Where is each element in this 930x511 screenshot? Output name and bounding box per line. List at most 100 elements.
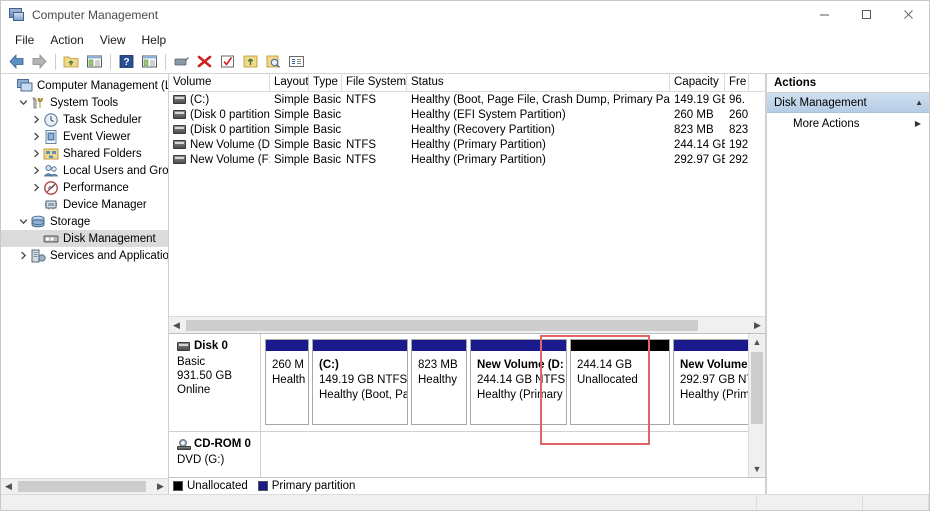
partition-primary[interactable]: New Volume (F:) 292.97 GB NTFS Healthy (Pr…: [673, 339, 748, 425]
chevron-down-icon[interactable]: [16, 214, 30, 230]
window-title: Computer Management: [32, 7, 159, 22]
tree-item-local-users-and-groups[interactable]: Local Users and Groups: [1, 162, 168, 179]
status-bar-cell-3: [863, 495, 929, 510]
check-task-icon[interactable]: [216, 51, 238, 73]
maximize-button[interactable]: [845, 1, 887, 29]
export-list-icon[interactable]: [239, 51, 261, 73]
column-header-status[interactable]: Status: [407, 74, 670, 91]
column-header-volume[interactable]: Volume: [169, 74, 270, 91]
graphical-view-vertical-scrollbar[interactable]: ▲ ▼: [748, 334, 765, 477]
show-hide-console-tree-icon[interactable]: [83, 51, 105, 73]
menu-view[interactable]: View: [92, 31, 134, 49]
back-icon[interactable]: [5, 51, 27, 73]
disk-title: CD-ROM 0: [177, 438, 254, 450]
status-bar: [1, 494, 929, 510]
volume-row[interactable]: New Volume (D:) Simple Basic NTFS Healthy (P…: [169, 137, 765, 152]
chevron-right-icon[interactable]: ▶: [915, 119, 921, 128]
chevron-right-icon[interactable]: [29, 180, 43, 196]
disk-size: 931.50 GB: [177, 370, 232, 382]
chevron-right-icon[interactable]: [29, 163, 43, 179]
column-header-fre[interactable]: Fre: [725, 74, 749, 91]
volume-cell-layout: Simple: [274, 138, 309, 151]
chevron-up-icon[interactable]: ▲: [915, 98, 923, 107]
tree-item-disk-management[interactable]: Disk Management: [1, 230, 168, 247]
tree-scroll-track[interactable]: [16, 479, 153, 494]
scroll-left-icon[interactable]: ◀: [169, 318, 184, 333]
actions-item-more-actions[interactable]: More Actions ▶: [767, 113, 929, 134]
tree-horizontal-scrollbar[interactable]: ◀ ▶: [1, 478, 168, 494]
chevron-right-icon[interactable]: [29, 146, 43, 162]
scroll-up-icon[interactable]: ▲: [749, 334, 765, 350]
column-header-type[interactable]: Type: [309, 74, 342, 91]
legend-label: Unallocated: [187, 480, 248, 492]
volume-row[interactable]: (Disk 0 partition 4) Simple Basic Healthy (…: [169, 122, 765, 137]
actions-group-disk-management[interactable]: Disk Management ▲: [767, 93, 929, 113]
toolbar-separator: [165, 53, 166, 70]
tree-item-system-tools[interactable]: System Tools: [1, 94, 168, 111]
tree-item-performance[interactable]: Performance: [1, 179, 168, 196]
partition-strip: [261, 432, 748, 477]
chevron-right-icon[interactable]: [16, 248, 30, 264]
disk-name: CD-ROM 0: [194, 438, 251, 450]
column-header-capacity[interactable]: Capacity: [670, 74, 725, 91]
disk-info-panel[interactable]: Disk 0 Basic 931.50 GB Online: [169, 334, 261, 431]
storage-icon: [30, 214, 46, 230]
partition-unallocated[interactable]: 244.14 GB Unallocated: [570, 339, 670, 425]
volume-row[interactable]: (C:) Simple Basic NTFS Healthy (Boot, Page F…: [169, 92, 765, 107]
new-window-icon[interactable]: [170, 51, 192, 73]
column-header-layout[interactable]: Layout: [270, 74, 309, 91]
partition-primary[interactable]: 260 M Health: [265, 339, 309, 425]
volume-cell-volume: (Disk 0 partition 1): [169, 109, 270, 121]
column-header-file-system[interactable]: File System: [342, 74, 407, 91]
scroll-right-icon[interactable]: ▶: [153, 479, 168, 494]
properties-window-icon[interactable]: [138, 51, 160, 73]
computer-management-icon: [9, 7, 25, 23]
volume-scroll-thumb[interactable]: [186, 319, 698, 331]
menu-action[interactable]: Action: [42, 31, 91, 49]
volume-cell-capacity: 292.97 GB: [674, 153, 725, 166]
delete-icon[interactable]: [193, 51, 215, 73]
volume-cell-volume: (C:): [169, 94, 270, 106]
tree-scroll-thumb[interactable]: [18, 481, 146, 492]
menu-file[interactable]: File: [7, 31, 42, 49]
tree-item-device-manager[interactable]: Device Manager: [1, 196, 168, 213]
volume-list-horizontal-scrollbar[interactable]: ◀ ▶: [169, 316, 765, 333]
graph-scroll-track[interactable]: [749, 350, 765, 461]
partition-status: Healthy (Primary P: [680, 389, 748, 401]
disk-icon: [177, 341, 190, 351]
tree-item-services-and-applications[interactable]: Services and Applications: [1, 247, 168, 264]
disk-info-panel[interactable]: CD-ROM 0 DVD (G:): [169, 432, 261, 477]
partition-primary[interactable]: (C:) 149.19 GB NTFS Healthy (Boot, Pa: [312, 339, 408, 425]
forward-icon[interactable]: [28, 51, 50, 73]
menu-help[interactable]: Help: [134, 31, 175, 49]
chevron-right-icon[interactable]: [29, 112, 43, 128]
tree-item-computer-management-local[interactable]: Computer Management (Local: [1, 77, 168, 94]
minimize-button[interactable]: [803, 1, 845, 29]
search-properties-icon[interactable]: [262, 51, 284, 73]
chevron-down-icon[interactable]: [16, 95, 30, 111]
graph-scroll-thumb[interactable]: [751, 352, 763, 424]
volume-scroll-track[interactable]: [184, 317, 750, 333]
tree-item-task-scheduler[interactable]: Task Scheduler: [1, 111, 168, 128]
tree-item-storage[interactable]: Storage: [1, 213, 168, 230]
volume-cell-volume: New Volume (D:): [169, 139, 270, 151]
performance-icon: [43, 180, 59, 196]
chevron-right-icon[interactable]: [29, 129, 43, 145]
volume-row[interactable]: New Volume (F:) Simple Basic NTFS Healthy (P…: [169, 152, 765, 167]
partition-primary[interactable]: New Volume (D: 244.14 GB NTFS Healthy (Pri…: [470, 339, 567, 425]
partition-color-bar: [313, 340, 407, 351]
volume-cell-layout: Simple: [274, 123, 309, 136]
up-folder-icon[interactable]: [60, 51, 82, 73]
scroll-right-icon[interactable]: ▶: [750, 318, 765, 333]
volume-row[interactable]: (Disk 0 partition 1) Simple Basic Healthy (…: [169, 107, 765, 122]
scroll-down-icon[interactable]: ▼: [749, 461, 765, 477]
close-button[interactable]: [887, 1, 929, 29]
detail-view-icon[interactable]: [285, 51, 307, 73]
partition-primary[interactable]: 823 MB Healthy: [411, 339, 467, 425]
scroll-left-icon[interactable]: ◀: [1, 479, 16, 494]
partition-size: 149.19 GB NTFS: [319, 374, 407, 386]
clock-icon: [43, 112, 59, 128]
tree-item-shared-folders[interactable]: Shared Folders: [1, 145, 168, 162]
tree-item-event-viewer[interactable]: Event Viewer: [1, 128, 168, 145]
help-icon[interactable]: ?: [115, 51, 137, 73]
